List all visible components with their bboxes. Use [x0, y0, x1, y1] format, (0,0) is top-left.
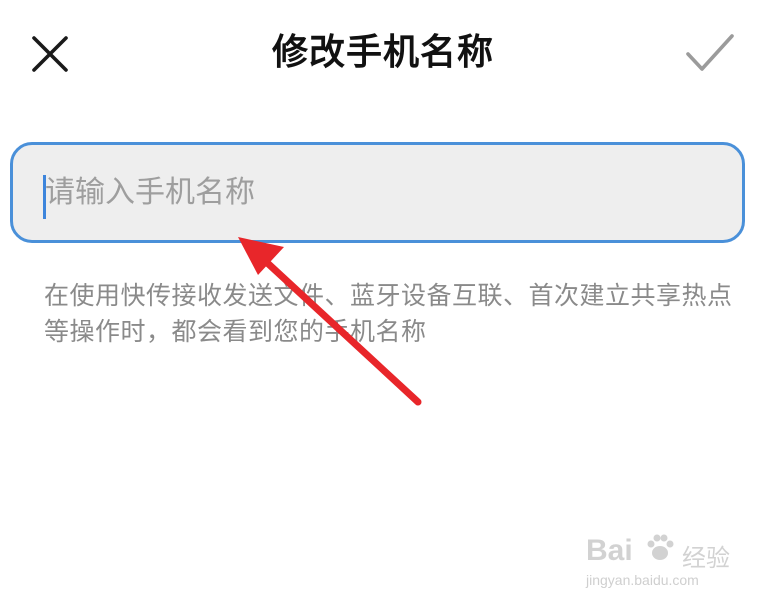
rename-phone-screen: 修改手机名称 在使用快传接收发送文件、蓝牙设备互联、首次建立共享热点等操作时，都… [0, 0, 766, 612]
text-cursor [43, 175, 46, 219]
phone-name-field[interactable] [10, 142, 745, 243]
page-title: 修改手机名称 [271, 32, 494, 73]
confirm-button[interactable] [684, 32, 736, 74]
paw-icon [647, 534, 674, 560]
hint-text: 在使用快传接收发送文件、蓝牙设备互联、首次建立共享热点等操作时，都会看到您的手机… [44, 281, 733, 346]
phone-name-input[interactable] [41, 145, 725, 240]
baidu-jingyan-watermark: Bai 经验 jingyan.baidu.com [586, 528, 756, 598]
top-bar: 修改手机名称 [0, 0, 766, 110]
check-icon [686, 34, 734, 71]
watermark-url: jingyan.baidu.com [586, 572, 699, 588]
watermark-logo-text: Bai [586, 534, 633, 567]
watermark-cn-text: 经验 [682, 544, 730, 572]
